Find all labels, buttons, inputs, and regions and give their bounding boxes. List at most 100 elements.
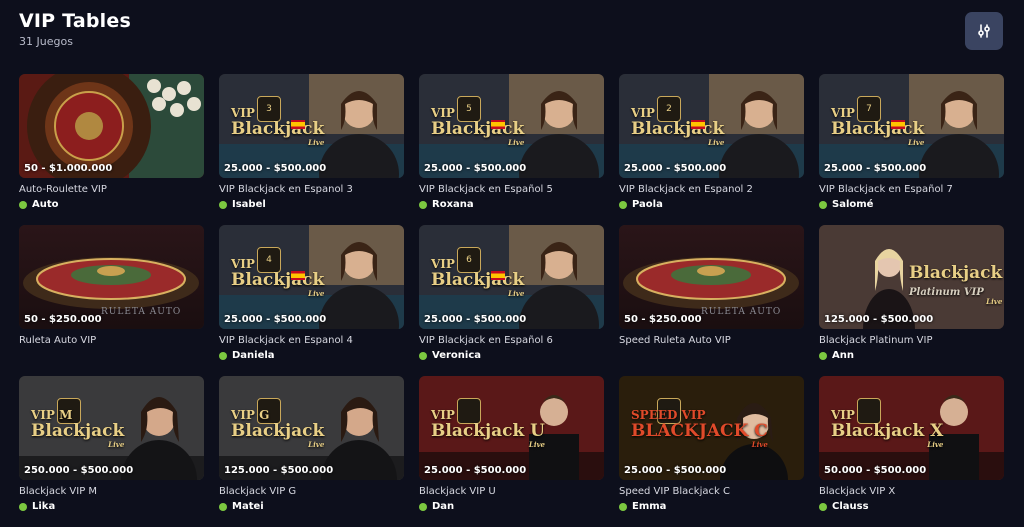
- game-thumbnail[interactable]: 4 VIP Blackjack Live 25.000 - $500.000: [219, 225, 404, 329]
- page-header: VIP Tables 31 Juegos: [19, 10, 131, 48]
- logo-blackjack: Blackjack: [831, 119, 925, 139]
- logo-vip: VIP: [831, 106, 855, 120]
- logo-blackjack: Blackjack: [231, 119, 325, 139]
- dealer-name: Isabel: [232, 199, 266, 210]
- spain-flag-icon: [891, 120, 905, 129]
- game-name[interactable]: VIP Blackjack en Espanol 2: [619, 184, 804, 195]
- logo-blackjack: Blackjack: [909, 263, 1003, 283]
- filter-button[interactable]: [965, 12, 1003, 50]
- logo-blackjack: Blackjack: [31, 421, 125, 441]
- game-logo: VIP Blackjack Live: [831, 102, 925, 147]
- logo-live: Live: [927, 440, 944, 449]
- bet-range: 125.000 - $500.000: [224, 465, 334, 476]
- game-name[interactable]: Ruleta Auto VIP: [19, 335, 204, 346]
- game-name[interactable]: Speed VIP Blackjack C: [619, 486, 804, 497]
- bet-range: 50 - $250.000: [624, 314, 702, 325]
- game-card[interactable]: 2 VIP Blackjack Live 25.000 - $500.000 VIP Bl…: [619, 74, 804, 225]
- game-thumbnail[interactable]: 6 VIP Blackjack Live 25.000 - $500.000: [419, 225, 604, 329]
- game-name[interactable]: Auto-Roulette VIP: [19, 184, 204, 195]
- dealer-name: Paola: [632, 199, 663, 210]
- logo-blackjack: Blackjack: [431, 119, 525, 139]
- game-thumbnail[interactable]: SPEED VIP BLACKJACK C Live 25.000 - $500.00…: [619, 376, 804, 480]
- online-status-icon: [819, 351, 827, 360]
- logo-blackjack: Blackjack U: [431, 421, 546, 441]
- logo-live: Live: [908, 138, 925, 147]
- logo-blackjack: Blackjack: [631, 119, 725, 139]
- game-card[interactable]: 50 - $1.000.000 Auto-Roulette VIP Auto: [19, 74, 204, 225]
- game-thumbnail[interactable]: RULETA AUTO 50 - $250.000: [19, 225, 204, 329]
- game-card[interactable]: VIP M Blackjack Live 250.000 - $500.000 Blac…: [19, 376, 204, 527]
- dealer-name: Roxana: [432, 199, 474, 210]
- game-thumbnail[interactable]: Blackjack Live Platinum VIP 125.000 - $500.…: [819, 225, 1004, 329]
- game-card[interactable]: SPEED VIP BLACKJACK C Live 25.000 - $500.00…: [619, 376, 804, 527]
- online-status-icon: [219, 351, 227, 360]
- game-thumbnail[interactable]: VIP G Blackjack Live 125.000 - $500.000: [219, 376, 404, 480]
- bet-range: 25.000 - $500.000: [224, 314, 327, 325]
- dealer-name: Ann: [832, 350, 854, 361]
- dealer-name: Auto: [32, 199, 59, 210]
- game-logo: SPEED VIP BLACKJACK C Live: [631, 404, 768, 449]
- game-thumbnail[interactable]: VIP M Blackjack Live 250.000 - $500.000: [19, 376, 204, 480]
- game-logo: VIP Blackjack Live: [431, 102, 525, 147]
- logo-blackjack: Blackjack: [231, 421, 325, 441]
- game-card[interactable]: RULETA AUTO 50 - $250.000 Ruleta Auto VIP: [19, 225, 204, 376]
- game-card[interactable]: 5 VIP Blackjack Live 25.000 - $500.000 VIP Bl…: [419, 74, 604, 225]
- dealer-name: Salomé: [832, 199, 874, 210]
- dealer-status: Veronica: [419, 350, 604, 361]
- game-card[interactable]: VIP Blackjack X Live 50.000 - $500.000 Black…: [819, 376, 1004, 527]
- game-name[interactable]: Speed Ruleta Auto VIP: [619, 335, 804, 346]
- game-thumbnail[interactable]: 7 VIP Blackjack Live 25.000 - $500.000: [819, 74, 1004, 178]
- dealer-status: Auto: [19, 199, 204, 210]
- online-status-icon: [219, 200, 227, 209]
- dealer-status: Ann: [819, 350, 1004, 361]
- logo-blackjack: Blackjack X: [831, 421, 944, 441]
- spain-flag-icon: [491, 120, 505, 129]
- online-status-icon: [819, 200, 827, 209]
- logo-blackjack: BLACKJACK C: [631, 421, 768, 441]
- game-logo: VIP Blackjack Live: [231, 253, 324, 298]
- game-card[interactable]: 6 VIP Blackjack Live 25.000 - $500.000 VIP Bl…: [419, 225, 604, 376]
- dealer-status: Clauss: [819, 501, 1004, 512]
- game-name[interactable]: Blackjack VIP M: [19, 486, 204, 497]
- logo-live: Live: [308, 289, 325, 298]
- game-card[interactable]: RULETA AUTO 50 - $250.000 Speed Ruleta Aut…: [619, 225, 804, 376]
- game-name[interactable]: Blackjack VIP U: [419, 486, 604, 497]
- dealer-status: Salomé: [819, 199, 1004, 210]
- game-card[interactable]: VIP G Blackjack Live 125.000 - $500.000 Blac…: [219, 376, 404, 527]
- game-name[interactable]: Blackjack Platinum VIP: [819, 335, 1004, 346]
- game-card[interactable]: VIP Blackjack U Live 25.000 - $500.000 Black…: [419, 376, 604, 527]
- dealer-status: Daniela: [219, 350, 404, 361]
- game-name[interactable]: VIP Blackjack en Español 7: [819, 184, 1004, 195]
- logo-live: Live: [708, 138, 725, 147]
- game-name[interactable]: VIP Blackjack en Espanol 4: [219, 335, 404, 346]
- game-card[interactable]: 7 VIP Blackjack Live 25.000 - $500.000 VIP Bl…: [819, 74, 1004, 225]
- game-name[interactable]: VIP Blackjack en Español 5: [419, 184, 604, 195]
- dealer-status: Isabel: [219, 199, 404, 210]
- game-name[interactable]: Blackjack VIP G: [219, 486, 404, 497]
- game-card[interactable]: 4 VIP Blackjack Live 25.000 - $500.000 VIP Bl…: [219, 225, 404, 376]
- game-thumbnail[interactable]: VIP Blackjack U Live 25.000 - $500.000: [419, 376, 604, 480]
- logo-vip: VIP: [231, 257, 255, 271]
- bet-range: 125.000 - $500.000: [824, 314, 934, 325]
- logo-live: Live: [986, 297, 1003, 306]
- spain-flag-icon: [291, 271, 305, 280]
- bet-range: 50 - $250.000: [24, 314, 102, 325]
- game-thumbnail[interactable]: 50 - $1.000.000: [19, 74, 204, 178]
- game-card[interactable]: 3 VIP Blackjack Live 25.000 - $500.000 VIP Bl…: [219, 74, 404, 225]
- game-thumbnail[interactable]: RULETA AUTO 50 - $250.000: [619, 225, 804, 329]
- game-logo: VIP Blackjack Live: [631, 102, 725, 147]
- logo-live: Live: [508, 138, 525, 147]
- game-name[interactable]: Blackjack VIP X: [819, 486, 1004, 497]
- logo-live: Live: [508, 289, 525, 298]
- bet-range: 25.000 - $500.000: [424, 163, 527, 174]
- spain-flag-icon: [291, 120, 305, 129]
- game-thumbnail[interactable]: 3 VIP Blackjack Live 25.000 - $500.000: [219, 74, 404, 178]
- game-name[interactable]: VIP Blackjack en Espanol 3: [219, 184, 404, 195]
- game-name[interactable]: VIP Blackjack en Español 6: [419, 335, 604, 346]
- game-card[interactable]: Blackjack Live Platinum VIP 125.000 - $500.…: [819, 225, 1004, 376]
- bet-range: 25.000 - $500.000: [624, 163, 727, 174]
- game-thumbnail[interactable]: 5 VIP Blackjack Live 25.000 - $500.000: [419, 74, 604, 178]
- game-thumbnail[interactable]: 2 VIP Blackjack Live 25.000 - $500.000: [619, 74, 804, 178]
- online-status-icon: [819, 502, 827, 511]
- game-thumbnail[interactable]: VIP Blackjack X Live 50.000 - $500.000: [819, 376, 1004, 480]
